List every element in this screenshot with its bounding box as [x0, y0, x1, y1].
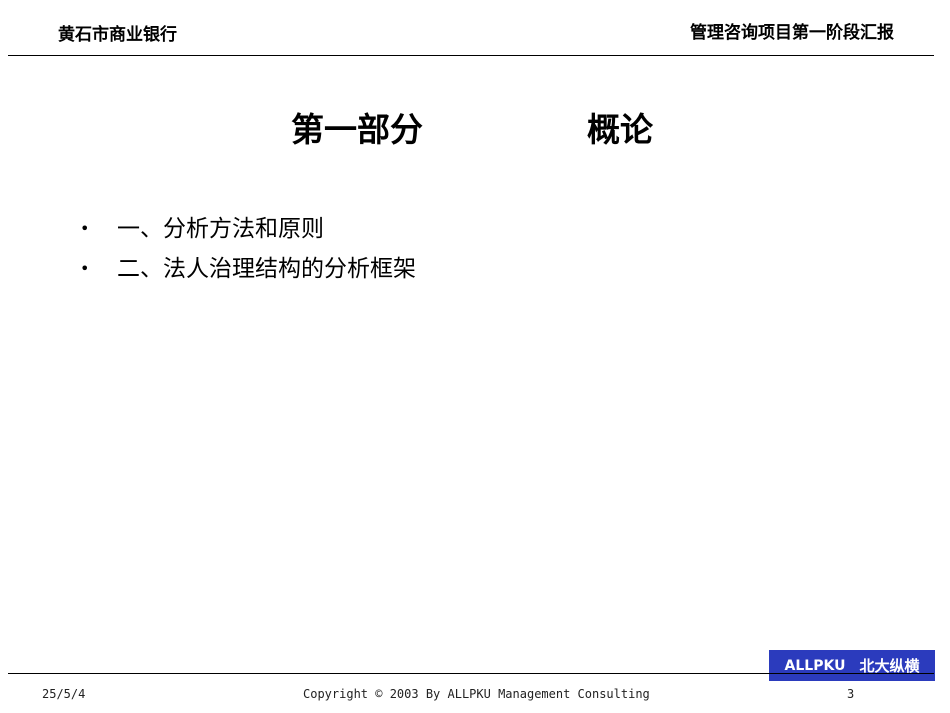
- brand-logo: ALLPKU 北大纵横: [769, 650, 935, 681]
- slide-title: 第一部分 概论: [0, 103, 950, 149]
- header-report-title: 管理咨询项目第一阶段汇报: [690, 23, 894, 43]
- brand-latin: ALLPKU: [784, 657, 846, 674]
- footer-copyright: Copyright © 2003 By ALLPKU Management Co…: [303, 687, 650, 701]
- bullet-text: 二、法人治理结构的分析框架: [117, 256, 416, 282]
- header-bank-name: 黄石市商业银行: [58, 25, 177, 45]
- title-section-name: 概论: [587, 110, 653, 149]
- bullet-text: 一、分析方法和原则: [117, 216, 324, 242]
- title-part-label: 第一部分: [291, 110, 423, 149]
- bullet-dot-icon: •: [80, 219, 90, 238]
- bullet-item: • 一、分析方法和原则: [80, 210, 416, 250]
- header-divider: [8, 55, 934, 56]
- bullet-list: • 一、分析方法和原则 • 二、法人治理结构的分析框架: [80, 210, 416, 290]
- footer-date: 25/5/4: [42, 687, 86, 701]
- bullet-dot-icon: •: [80, 259, 90, 278]
- footer-divider: [8, 673, 934, 674]
- footer-page-number: 3: [847, 687, 855, 701]
- bullet-item: • 二、法人治理结构的分析框架: [80, 250, 416, 290]
